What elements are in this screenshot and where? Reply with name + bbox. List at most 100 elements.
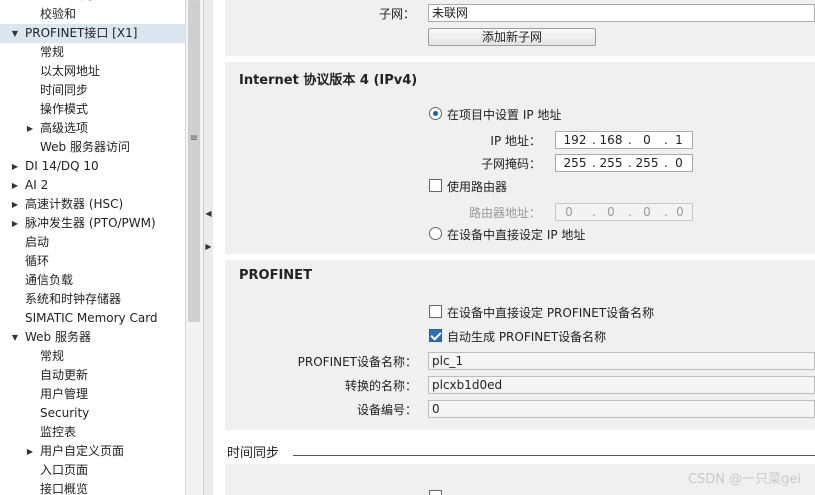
collapsed-arrow-icon[interactable]: ▶ — [10, 214, 20, 233]
tree-item-label: 接口概览 — [40, 482, 89, 495]
mask-octet: 255 — [563, 156, 587, 170]
subnet-mask-label: 子网掩码： — [480, 157, 541, 171]
set-ip-in-project-label: 在项目中设置 IP 地址 — [447, 108, 562, 122]
watermark: CSDN @一只菜gei — [687, 472, 801, 487]
mask-octet: 255 — [635, 156, 659, 170]
profinet-section: PROFINET 在设备中直接设定 PROFINET设备名称 自动生成 PROF… — [225, 260, 815, 430]
tree-item[interactable]: 自动更新 — [0, 366, 185, 385]
tree-item[interactable]: 操作模式 — [0, 100, 185, 119]
tree-item[interactable]: 时间同步 — [0, 81, 185, 100]
tree-item[interactable]: ▼ PROFINET接口 [X1] — [0, 24, 185, 43]
set-ip-in-project-radio[interactable] — [429, 107, 442, 120]
ip-octet: 0 — [643, 133, 651, 147]
tree-item-label: 用户自定义页面 — [40, 444, 125, 458]
subnet-mask-input[interactable]: 255 . 255 . 255 . 0 — [555, 154, 693, 172]
profinet-title: PROFINET — [239, 268, 312, 283]
subnet-label: 子网： — [378, 7, 415, 21]
project-tree: 标识与维护校验和▼PROFINET接口 [X1]常规以太网地址时间同步操作模式▶… — [0, 0, 185, 495]
tree-item[interactable]: 入口页面 — [0, 461, 185, 480]
router-octet: 0 — [565, 205, 573, 219]
tree-item-label: 启动 — [25, 235, 50, 249]
auto-generate-name-label: 自动生成 PROFINET设备名称 — [447, 330, 607, 344]
subnet-section: 子网： 未联网 添加新子网 — [225, 0, 815, 56]
expanded-arrow-icon[interactable]: ▼ — [10, 328, 20, 347]
tree-item-label: SIMATIC Memory Card — [25, 311, 158, 325]
use-router-label: 使用路由器 — [447, 180, 508, 194]
tree-item[interactable]: ▶ 用户自定义页面 — [0, 442, 185, 461]
time-sync-header: 时间同步 — [225, 430, 815, 464]
tree-item[interactable]: 循环 — [0, 252, 185, 271]
time-sync-title: 时间同步 — [227, 446, 280, 461]
use-router-checkbox[interactable] — [429, 179, 442, 192]
mask-octet: 0 — [675, 156, 683, 170]
auto-generate-name-checkbox[interactable] — [429, 329, 442, 342]
tree-item-label: DI 14/DQ 10 — [25, 159, 99, 173]
converted-name-input: plcxb1d0ed — [428, 376, 815, 394]
router-octet: 0 — [676, 205, 684, 219]
properties-content: 子网： 未联网 添加新子网 Internet 协议版本 4 (IPv4) 在项目… — [225, 0, 815, 495]
set-ip-on-device-label: 在设备中直接设定 IP 地址 — [447, 228, 586, 242]
tree-item-label: AI 2 — [25, 178, 49, 192]
tree-item-label: 系统和时钟存储器 — [25, 292, 122, 306]
ip-address-input[interactable]: 192 . 168 . 0 . 1 — [555, 131, 693, 149]
tree-item[interactable]: 用户管理 — [0, 385, 185, 404]
tree-item[interactable]: SIMATIC Memory Card — [0, 309, 185, 328]
tree-item-label: PROFINET接口 [X1] — [25, 26, 138, 40]
ip-address-label: IP 地址： — [490, 134, 541, 148]
device-name-label: PROFINET设备名称： — [297, 355, 417, 369]
ip-octet: 168 — [599, 133, 623, 147]
router-octet: 0 — [643, 205, 651, 219]
add-subnet-button[interactable]: 添加新子网 — [428, 28, 596, 46]
expand-right-icon[interactable]: ▶ — [204, 237, 213, 257]
collapsed-arrow-icon[interactable]: ▶ — [10, 195, 20, 214]
device-name-input[interactable]: plc_1 — [428, 352, 815, 370]
collapsed-arrow-icon[interactable]: ▶ — [25, 442, 35, 461]
tree-item-label: 以太网地址 — [40, 64, 101, 78]
tree-item[interactable]: ▶ AI 2 — [0, 176, 185, 195]
router-address-label: 路由器地址： — [468, 206, 541, 220]
time-sync-checkbox[interactable] — [429, 490, 442, 495]
tree-item[interactable]: ▶ 高速计数器 (HSC) — [0, 195, 185, 214]
device-number-label: 设备编号： — [356, 403, 417, 417]
mask-octet: 255 — [599, 156, 623, 170]
tree-item-label: 校验和 — [40, 7, 77, 21]
section-divider — [293, 455, 815, 456]
tree-item[interactable]: 以太网地址 — [0, 62, 185, 81]
router-address-input[interactable]: 0 . 0 . 0 . 0 — [555, 203, 693, 221]
tree-item[interactable]: 接口概览 — [0, 480, 185, 495]
set-name-on-device-checkbox[interactable] — [429, 305, 442, 318]
tree-item[interactable]: ▶ 脉冲发生器 (PTO/PWM) — [0, 214, 185, 233]
tree-item-label: Web 服务器 — [25, 330, 91, 344]
expanded-arrow-icon[interactable]: ▼ — [10, 24, 20, 43]
tree-item-label: 循环 — [25, 254, 50, 268]
tree-item-label: 用户管理 — [40, 387, 89, 401]
device-number-input: 0 — [428, 400, 815, 418]
tree-item[interactable]: 常规 — [0, 347, 185, 366]
tree-item[interactable]: 校验和 — [0, 5, 185, 24]
tree-item[interactable]: 系统和时钟存储器 — [0, 290, 185, 309]
tree-item-label: 时间同步 — [40, 83, 89, 97]
tree-item[interactable]: 常规 — [0, 43, 185, 62]
collapsed-arrow-icon[interactable]: ▶ — [25, 119, 35, 138]
collapsed-arrow-icon[interactable]: ▶ — [10, 157, 20, 176]
collapsed-arrow-icon[interactable]: ▶ — [10, 176, 20, 195]
tree-item-label: 高速计数器 (HSC) — [25, 197, 124, 211]
tree-item[interactable]: ▼ Web 服务器 — [0, 328, 185, 347]
tree-item-label: 常规 — [40, 45, 65, 59]
tree-scrollbar[interactable]: ≡ — [185, 0, 203, 495]
tree-item[interactable]: ▶ 高级选项 — [0, 119, 185, 138]
tree-item[interactable]: 监控表 — [0, 423, 185, 442]
tree-item-label: 监控表 — [40, 425, 77, 439]
set-ip-on-device-radio[interactable] — [429, 227, 442, 240]
tree-item[interactable]: ▶ DI 14/DQ 10 — [0, 157, 185, 176]
tree-scrollbar-thumb[interactable] — [188, 0, 200, 322]
tree-item[interactable]: 通信负载 — [0, 271, 185, 290]
subnet-select[interactable]: 未联网 — [428, 4, 815, 22]
tree-item-label: Security — [40, 406, 90, 420]
ipv4-title: Internet 协议版本 4 (IPv4) — [239, 73, 418, 88]
tree-item[interactable]: Security — [0, 404, 185, 423]
tree-item[interactable]: 启动 — [0, 233, 185, 252]
collapse-left-icon[interactable]: ◀ — [204, 204, 213, 224]
tree-item[interactable]: Web 服务器访问 — [0, 138, 185, 157]
router-octet: 0 — [607, 205, 615, 219]
